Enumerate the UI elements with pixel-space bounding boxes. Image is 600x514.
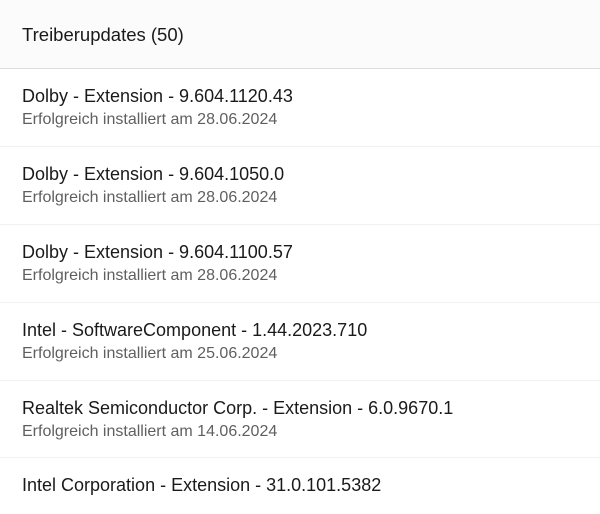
update-title: Dolby - Extension - 9.604.1050.0	[22, 162, 578, 186]
section-title: Treiberupdates (50)	[22, 24, 184, 45]
update-status: Erfolgreich installiert am 25.06.2024	[22, 343, 578, 365]
updates-list: Dolby - Extension - 9.604.1120.43 Erfolg…	[0, 69, 600, 514]
update-status: Erfolgreich installiert am 28.06.2024	[22, 265, 578, 287]
update-title: Dolby - Extension - 9.604.1120.43	[22, 84, 578, 108]
list-item[interactable]: Dolby - Extension - 9.604.1050.0 Erfolgr…	[0, 147, 600, 225]
list-item[interactable]: Intel Corporation - Extension - 31.0.101…	[0, 458, 600, 513]
list-item[interactable]: Dolby - Extension - 9.604.1120.43 Erfolg…	[0, 69, 600, 147]
list-item[interactable]: Realtek Semiconductor Corp. - Extension …	[0, 381, 600, 459]
update-status: Erfolgreich installiert am 28.06.2024	[22, 187, 578, 209]
section-header: Treiberupdates (50)	[0, 0, 600, 68]
list-item[interactable]: Dolby - Extension - 9.604.1100.57 Erfolg…	[0, 225, 600, 303]
update-title: Dolby - Extension - 9.604.1100.57	[22, 240, 578, 264]
update-status: Erfolgreich installiert am 14.06.2024	[22, 421, 578, 443]
update-title: Intel - SoftwareComponent - 1.44.2023.71…	[22, 318, 578, 342]
update-title: Intel Corporation - Extension - 31.0.101…	[22, 473, 578, 497]
list-item[interactable]: Intel - SoftwareComponent - 1.44.2023.71…	[0, 303, 600, 381]
update-status: Erfolgreich installiert am 28.06.2024	[22, 109, 578, 131]
update-title: Realtek Semiconductor Corp. - Extension …	[22, 396, 578, 420]
